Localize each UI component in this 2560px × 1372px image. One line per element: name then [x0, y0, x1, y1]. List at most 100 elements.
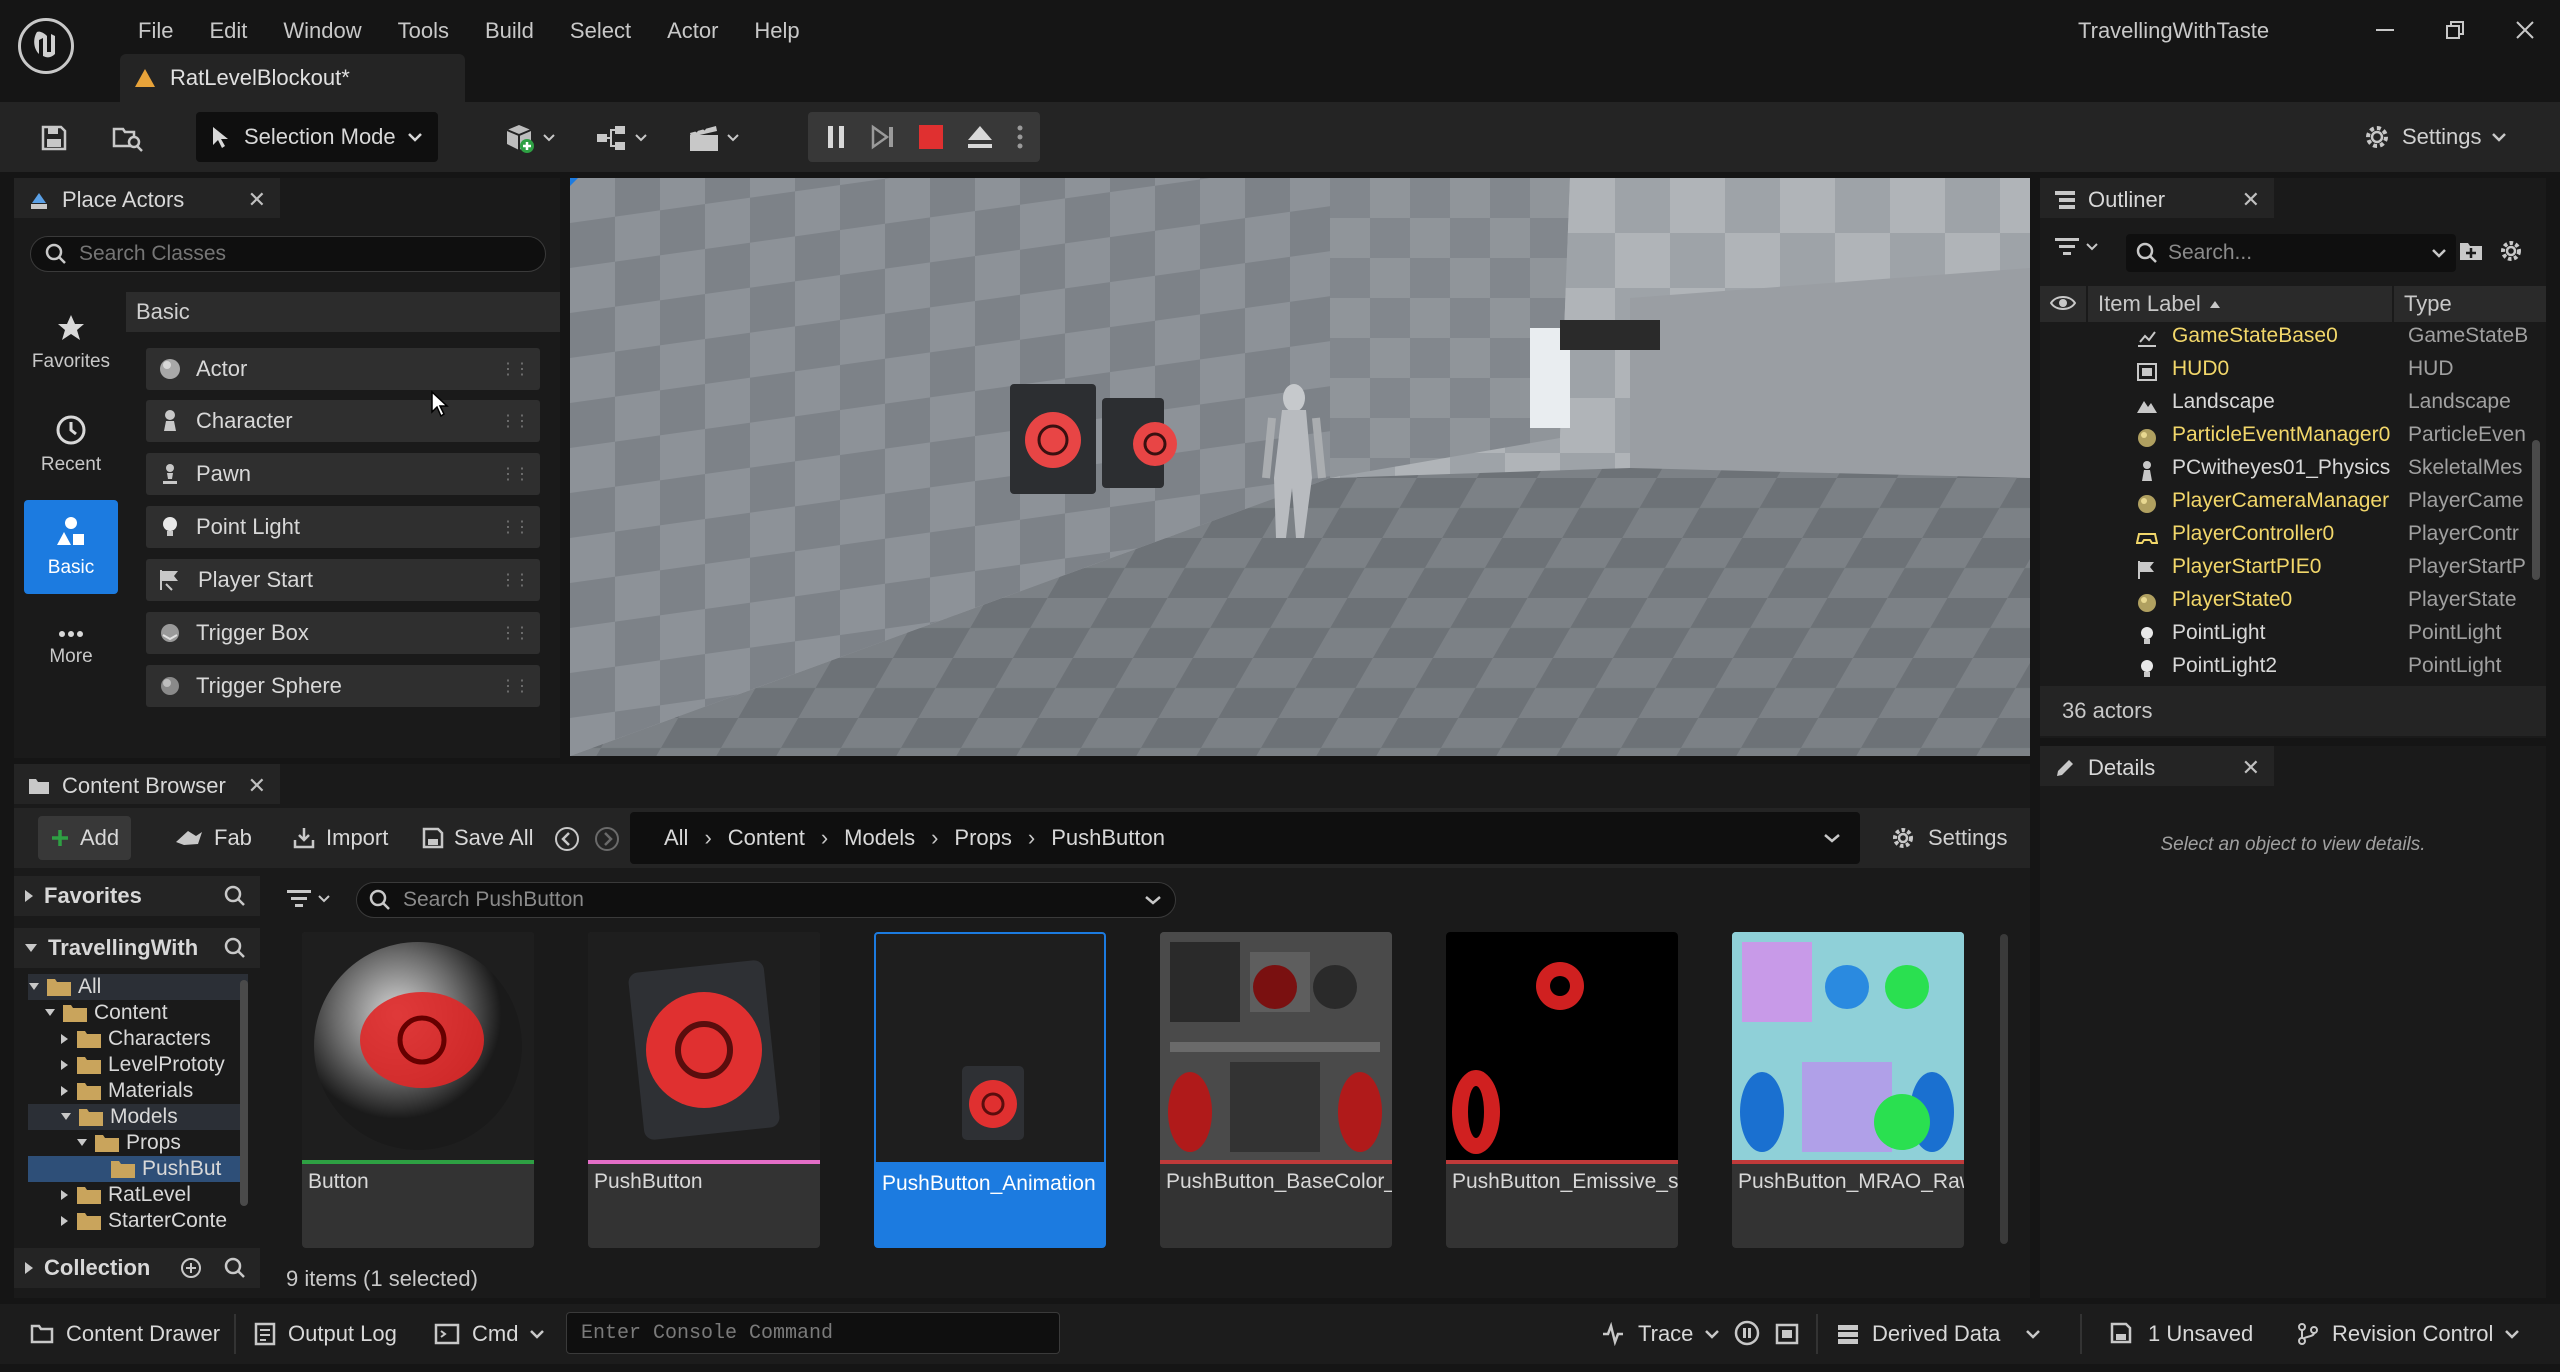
drag-handle-icon[interactable]: ⋮⋮ — [500, 676, 530, 696]
outliner-row[interactable]: PointLight PointLight — [2040, 621, 2538, 654]
search-icon[interactable] — [224, 937, 246, 959]
asset-grid-scrollbar[interactable] — [2000, 934, 2008, 1244]
category-more[interactable]: More — [24, 602, 118, 696]
drag-handle-icon[interactable]: ⋮⋮ — [500, 570, 530, 590]
item-label-column[interactable]: Item Label — [2086, 286, 2221, 322]
add-button[interactable]: Add — [38, 816, 132, 860]
asset-tile-button[interactable]: Button — [302, 932, 534, 1248]
add-actor-button[interactable] — [496, 112, 562, 164]
drag-handle-icon[interactable]: ⋮⋮ — [500, 464, 530, 484]
breadcrumb-separator-icon[interactable]: › — [815, 825, 834, 851]
fab-button[interactable]: Fab — [162, 816, 264, 860]
outliner-row[interactable]: PlayerController0 PlayerContr — [2040, 522, 2538, 555]
chevron-right-icon[interactable] — [60, 1059, 70, 1071]
drag-handle-icon[interactable]: ⋮⋮ — [500, 359, 530, 379]
actor-item-actor[interactable]: Actor ⋮⋮ — [146, 348, 540, 390]
tree-node[interactable]: Content — [28, 1000, 248, 1026]
content-browser-settings-button[interactable]: Settings — [1890, 812, 2008, 864]
asset-filter-button[interactable] — [286, 888, 330, 910]
drag-handle-icon[interactable]: ⋮⋮ — [500, 411, 530, 431]
tree-node[interactable]: PushBut — [28, 1156, 248, 1182]
actor-item-pawn[interactable]: Pawn ⋮⋮ — [146, 453, 540, 495]
actor-item-point-light[interactable]: Point Light ⋮⋮ — [146, 506, 540, 548]
breadcrumb-all[interactable]: All — [654, 825, 698, 851]
search-icon[interactable] — [224, 1257, 246, 1279]
add-collection-icon[interactable] — [180, 1257, 202, 1279]
breadcrumb-separator-icon[interactable]: › — [1022, 825, 1041, 851]
eject-button[interactable] — [966, 124, 994, 150]
actor-item-trigger-sphere[interactable]: Trigger Sphere ⋮⋮ — [146, 665, 540, 707]
record-trace-button[interactable] — [1734, 1320, 1760, 1346]
breadcrumb-separator-icon[interactable]: › — [925, 825, 944, 851]
cinematics-button[interactable] — [680, 112, 746, 164]
asset-tile-basecolor-texture[interactable]: PushButton_BaseColor_sRGB — [1160, 932, 1392, 1248]
toolbar-settings-button[interactable]: Settings — [2362, 112, 2506, 162]
menu-file[interactable]: File — [120, 14, 191, 48]
history-back-button[interactable] — [554, 826, 580, 852]
browse-content-button[interactable] — [104, 112, 152, 164]
outliner-row[interactable]: Landscape Landscape — [2040, 390, 2538, 423]
outliner-row[interactable]: HUD0 HUD — [2040, 357, 2538, 390]
tree-node[interactable]: Characters — [28, 1026, 248, 1052]
chevron-down-icon[interactable] — [28, 982, 40, 992]
screenshot-button[interactable] — [1774, 1320, 1800, 1346]
category-basic[interactable]: Basic — [24, 500, 118, 594]
selection-mode-dropdown[interactable]: Selection Mode — [196, 112, 438, 162]
asset-tile-pushbutton[interactable]: PushButton — [588, 932, 820, 1248]
unreal-logo-icon[interactable] — [18, 18, 74, 74]
trace-dropdown[interactable]: Trace — [1590, 1311, 1729, 1357]
tree-node[interactable]: StarterConte — [28, 1208, 248, 1234]
chevron-down-icon[interactable] — [76, 1138, 88, 1148]
close-window-button[interactable] — [2490, 8, 2560, 52]
chevron-right-icon[interactable] — [60, 1033, 70, 1045]
content-browser-tab[interactable]: Content Browser ✕ — [14, 764, 280, 804]
import-button[interactable]: Import — [280, 816, 400, 860]
details-tab[interactable]: Details ✕ — [2040, 746, 2274, 786]
tree-node[interactable]: Materials — [28, 1078, 248, 1104]
stop-button[interactable] — [918, 125, 943, 149]
menu-edit[interactable]: Edit — [191, 14, 265, 48]
project-section[interactable]: TravellingWith — [14, 928, 260, 968]
tree-node[interactable]: All — [28, 974, 248, 1000]
revision-control-dropdown[interactable]: Revision Control — [2286, 1311, 2529, 1357]
close-tab-button[interactable]: ✕ — [248, 187, 266, 213]
close-tab-button[interactable]: ✕ — [2242, 187, 2260, 213]
save-all-button[interactable]: Save All — [410, 816, 546, 860]
search-classes-field[interactable] — [30, 236, 546, 272]
category-favorites[interactable]: Favorites — [24, 296, 118, 390]
outliner-scrollbar[interactable] — [2532, 440, 2540, 580]
pause-button[interactable] — [825, 124, 847, 150]
outliner-row[interactable]: PlayerState0 PlayerState — [2040, 588, 2538, 621]
favorites-section[interactable]: Favorites — [14, 876, 260, 916]
content-drawer-button[interactable]: Content Drawer — [20, 1311, 230, 1357]
actor-item-character[interactable]: Character ⋮⋮ — [146, 400, 540, 442]
place-actors-tab[interactable]: Place Actors ✕ — [14, 178, 280, 218]
outliner-row[interactable]: PlayerCameraManager PlayerCame — [2040, 489, 2538, 522]
breadcrumb-separator-icon[interactable]: › — [698, 825, 717, 851]
console-command-input[interactable]: Enter Console Command — [566, 1312, 1060, 1354]
close-tab-button[interactable]: ✕ — [248, 773, 266, 799]
outliner-settings-button[interactable] — [2498, 238, 2524, 264]
outliner-row[interactable]: PointLight2 PointLight — [2040, 654, 2538, 687]
asset-tile-pushbutton-animation[interactable]: PushButton_Animation — [874, 932, 1106, 1248]
actor-item-trigger-box[interactable]: Trigger Box ⋮⋮ — [146, 612, 540, 654]
chevron-down-icon[interactable] — [44, 1008, 56, 1018]
tree-node[interactable]: Models — [28, 1104, 248, 1130]
restore-button[interactable] — [2420, 8, 2490, 52]
type-column[interactable]: Type — [2394, 286, 2452, 322]
tree-node[interactable]: Props — [28, 1130, 248, 1156]
history-forward-button[interactable] — [594, 826, 620, 852]
output-log-button[interactable]: Output Log — [244, 1311, 407, 1357]
asset-tile-mrao-texture[interactable]: PushButton_MRAO_Raw — [1732, 932, 1964, 1248]
cmd-dropdown[interactable]: Cmd — [424, 1311, 554, 1357]
tree-scrollbar[interactable] — [240, 980, 248, 1206]
drag-handle-icon[interactable]: ⋮⋮ — [500, 623, 530, 643]
outliner-row[interactable]: PlayerStartPIE0 PlayerStartP — [2040, 555, 2538, 588]
minimize-button[interactable] — [2350, 8, 2420, 52]
breadcrumb-pushbutton[interactable]: PushButton — [1041, 825, 1175, 851]
level-viewport[interactable] — [570, 178, 2030, 756]
menu-window[interactable]: Window — [265, 14, 379, 48]
menu-actor[interactable]: Actor — [649, 14, 736, 48]
chevron-down-icon[interactable] — [1824, 833, 1840, 843]
tree-node[interactable]: RatLevel — [28, 1182, 248, 1208]
